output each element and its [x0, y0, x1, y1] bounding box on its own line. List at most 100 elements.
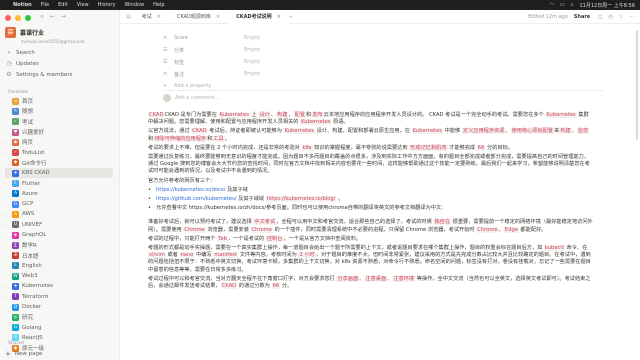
link-github-kubernetes[interactable]: https://github.com/kubernetes/ — [156, 196, 237, 202]
share-button[interactable]: Share — [574, 14, 590, 20]
forward-arrow-icon[interactable]: → — [61, 13, 66, 20]
settings-icon: ⚙ — [6, 71, 12, 78]
chevron-right-icon[interactable]: › — [5, 294, 11, 299]
sidebar-item-favorite[interactable]: › ✓ 考试 — [5, 117, 113, 127]
property-value[interactable]: Empty — [244, 47, 260, 53]
chevron-right-icon[interactable]: › — [5, 284, 11, 289]
sidebar-item-favorite[interactable]: › W Web3 — [5, 271, 113, 281]
sidebar-item-favorite[interactable]: › ⎈ K8S CKAD — [5, 168, 113, 179]
sidebar-item-favorite[interactable]: › ⌂ 首页 — [5, 96, 113, 106]
property-tags[interactable]: ☰ 标签 Empty — [163, 56, 260, 68]
tab-ckad-exam-notes[interactable]: CKAD考试说明 × — [228, 10, 289, 24]
property-value[interactable]: Empty — [244, 59, 260, 65]
scrollbar[interactable] — [636, 30, 638, 140]
menu-view[interactable]: View — [77, 2, 89, 8]
chevron-right-icon[interactable]: › — [5, 335, 11, 340]
close-window-button[interactable] — [5, 15, 11, 21]
back-arrow-icon[interactable]: ← — [50, 13, 55, 20]
chevron-right-icon[interactable]: › — [5, 99, 11, 104]
shared-header[interactable]: Shared — [8, 341, 24, 346]
sidebar-item-favorite[interactable]: › ♥ 兴趣爱好 — [5, 127, 113, 137]
chevron-right-icon[interactable]: › — [5, 212, 11, 217]
chevron-right-icon[interactable]: › — [5, 150, 11, 155]
sidebar-item-updates[interactable]: ◷ Updates — [5, 58, 72, 69]
new-tab-icon[interactable]: + — [289, 14, 293, 20]
more-icon[interactable]: ··· — [629, 14, 634, 20]
menu-history[interactable]: History — [98, 2, 116, 8]
close-icon[interactable]: × — [157, 14, 161, 20]
sidebar-item-favorite[interactable]: › ∑ 数学R — [5, 240, 113, 250]
sidebar-item-favorite[interactable]: › E English — [5, 261, 113, 271]
sidebar-item-search[interactable]: ⌕ Search — [5, 47, 72, 58]
link-k8s-docs[interactable]: https://kubernetes.io/docs/ — [156, 187, 225, 193]
sidebar-item-favorite[interactable]: › あ日本語 — [5, 250, 113, 260]
sidebar-item-favorite[interactable]: › D Docker — [5, 302, 113, 312]
search-menubar-icon[interactable]: ⌕ — [571, 2, 574, 9]
tab-ckad-question-bank[interactable]: CKAD题源到库 × — [169, 10, 228, 24]
chevron-right-icon[interactable]: › — [5, 274, 11, 279]
clock-icon[interactable]: ◷ — [608, 14, 612, 20]
property-category[interactable]: ☰ 分类 Empty — [163, 44, 260, 56]
code-k8s-blog[interactable]: https://kubernetes.io/blog/ — [265, 196, 337, 203]
chevron-right-icon[interactable]: › — [5, 222, 11, 227]
chevron-right-icon[interactable]: › — [5, 315, 11, 320]
close-icon[interactable]: × — [277, 14, 281, 20]
new-page-button[interactable]: + New page — [5, 348, 42, 359]
sidebar-item-favorite[interactable]: › ◆ Git命令行 — [5, 158, 113, 168]
chevron-right-icon[interactable]: › — [5, 202, 11, 207]
chevron-right-icon[interactable]: › — [5, 160, 11, 165]
sidebar-item-favorite[interactable]: › ◉ 网页 — [5, 137, 113, 147]
sidebar-item-favorite[interactable]: › G GCP — [5, 199, 113, 209]
sidebar-item-settings[interactable]: ⚙ Settings & members — [5, 69, 72, 80]
minimize-window-button[interactable] — [15, 15, 21, 21]
page-content[interactable]: CKADCKAD 是专门为需要在 Kubernetes 上 设计、构建、配置和发… — [148, 112, 593, 292]
menu-file[interactable]: File — [41, 2, 49, 8]
chevron-right-icon[interactable]: › — [5, 109, 11, 114]
menu-app-name[interactable]: Notion — [13, 2, 32, 8]
chevron-right-icon[interactable]: › — [5, 243, 11, 248]
zoom-window-button[interactable] — [25, 15, 31, 21]
clock[interactable]: 11月12日周一 上午8:56 — [579, 2, 635, 9]
sidebar-item-favorite[interactable]: › ✓ ToduList — [5, 147, 113, 157]
property-notes[interactable]: ≡ 备注 Empty — [163, 68, 260, 80]
chevron-right-icon[interactable]: › — [5, 130, 11, 135]
chevron-right-icon[interactable]: › — [5, 305, 11, 310]
chevron-right-icon[interactable]: › — [5, 191, 11, 196]
text: 中能够 — [443, 128, 462, 135]
chevron-right-icon[interactable]: › — [5, 253, 11, 258]
property-score[interactable]: ≡ Score Empty — [163, 32, 260, 44]
battery-icon[interactable]: ▭ — [560, 2, 565, 9]
favorites-header[interactable]: Favorites — [8, 90, 28, 95]
tab-nav-icon[interactable]: ▤ — [126, 14, 131, 20]
comment-icon[interactable]: ◻ — [598, 14, 602, 20]
workspace-switcher[interactable]: 慕 慕课行业 — [5, 27, 44, 38]
tab-exam[interactable]: 考试 × — [134, 10, 169, 24]
add-comment[interactable]: Add a comment... — [163, 94, 219, 102]
sidebar-toggle-icon[interactable]: « — [40, 13, 44, 20]
sidebar-item-favorite[interactable]: › G Golang — [5, 323, 113, 333]
property-value[interactable]: Empty — [244, 71, 260, 77]
menu-edit[interactable]: Edit — [58, 2, 68, 8]
sidebar-item-favorite[interactable]: › a AWS — [5, 209, 113, 219]
chevron-right-icon[interactable]: › — [5, 233, 11, 238]
chevron-right-icon[interactable]: › — [5, 181, 11, 186]
sidebar-item-favorite[interactable]: › ✎ 随想 — [5, 106, 113, 116]
sidebar-item-favorite[interactable]: › ⎈ Kubernetes — [5, 281, 113, 291]
chevron-right-icon[interactable]: › — [5, 263, 11, 268]
chevron-right-icon[interactable]: › — [5, 119, 11, 124]
sidebar-item-favorite[interactable]: › U UNIVEF — [5, 220, 113, 230]
sidebar-item-favorite[interactable]: › A Azure — [5, 189, 113, 199]
sidebar-item-favorite[interactable]: › T Terraform — [5, 292, 113, 302]
sidebar-item-favorite[interactable]: › ◎ 研究 — [5, 312, 113, 322]
chevron-right-icon[interactable]: › — [5, 171, 11, 176]
chevron-right-icon[interactable]: › — [5, 140, 11, 145]
chevron-right-icon[interactable]: › — [5, 325, 11, 330]
close-icon[interactable]: × — [216, 14, 220, 20]
menu-help[interactable]: Help — [153, 2, 164, 8]
sidebar-item-favorite[interactable]: › ◈ GraphQL — [5, 230, 113, 240]
menu-window[interactable]: Window — [124, 2, 144, 8]
sidebar-item-favorite[interactable]: › F Flutter — [5, 178, 113, 188]
property-value[interactable]: Empty — [244, 35, 260, 41]
wifi-icon[interactable]: ◠ — [550, 2, 554, 9]
star-icon[interactable]: ☆ — [619, 14, 623, 20]
